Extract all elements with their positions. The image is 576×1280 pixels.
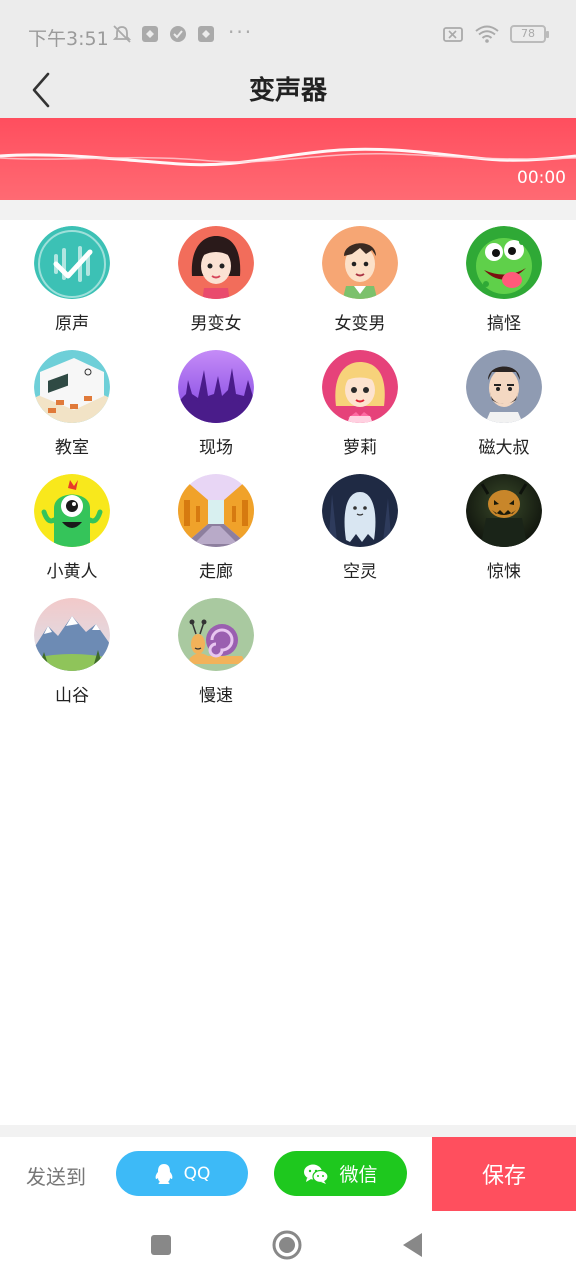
valley-mountain-icon [34, 598, 110, 671]
yellow-minion-icon [34, 474, 110, 547]
send-to-label: 发送到 [26, 1165, 86, 1189]
concert-crowd-icon [178, 350, 254, 423]
home-icon[interactable] [272, 1230, 302, 1260]
effect-label: 小黄人 [46, 562, 98, 582]
status-icons-left [112, 24, 216, 44]
page-title: 变声器 [248, 76, 327, 106]
status-time: 下午3:51 [28, 28, 109, 50]
wechat-icon [304, 1164, 330, 1184]
effect-label: 惊悚 [487, 562, 521, 582]
effect-deep-uncle[interactable]: 磁大叔 [432, 350, 576, 458]
effect-label: 磁大叔 [478, 438, 530, 458]
effect-label: 萝莉 [343, 438, 377, 458]
sim-off-icon [443, 27, 463, 42]
check-badge-icon [170, 26, 186, 42]
effect-label: 男变女 [190, 314, 242, 334]
system-nav-bar [0, 1211, 576, 1280]
waveform-line [0, 147, 576, 167]
app-notification-icon [142, 26, 158, 42]
woman-face-icon [178, 226, 254, 299]
app-notification-icon-2 [198, 26, 214, 42]
effect-original[interactable]: 原声 [0, 226, 144, 334]
effect-label: 慢速 [199, 686, 233, 706]
share-wechat-button[interactable]: 微信 [274, 1151, 407, 1196]
effect-label: 搞怪 [487, 314, 521, 334]
share-qq-button[interactable]: QQ [116, 1151, 248, 1196]
snail-icon [178, 598, 254, 671]
effect-ethereal[interactable]: 空灵 [288, 474, 432, 582]
effect-male-to-female[interactable]: 男变女 [144, 226, 288, 334]
effect-label: 走廊 [199, 562, 233, 582]
effect-female-to-male[interactable]: 女变男 [288, 226, 432, 334]
status-icons-right: 78 [442, 24, 549, 44]
classroom-icon [34, 350, 110, 423]
wifi-icon [475, 25, 499, 43]
effect-loli[interactable]: 萝莉 [288, 350, 432, 458]
share-bar: 发送到 QQ 微信 保存 [0, 1137, 576, 1211]
effect-slow[interactable]: 慢速 [144, 598, 288, 706]
effect-label: 原声 [55, 314, 89, 334]
effect-horror[interactable]: 惊悚 [432, 474, 576, 582]
voice-effects-grid: 原声 男变女 女变男 搞怪 教室 现场 萝莉 磁大叔 小黄人 走廊 空灵 惊悚 … [0, 226, 576, 706]
effect-label: 空灵 [343, 562, 377, 582]
effect-label: 山谷 [55, 686, 89, 706]
corridor-icon [178, 474, 254, 547]
green-monster-icon [466, 226, 542, 299]
effect-classroom[interactable]: 教室 [0, 350, 144, 458]
effect-label: 女变男 [334, 314, 386, 334]
save-button[interactable]: 保存 [432, 1137, 576, 1211]
battery-icon: 78 [510, 25, 549, 43]
divider [0, 1125, 576, 1137]
divider [0, 200, 576, 220]
loli-girl-icon [322, 350, 398, 423]
qq-label: QQ [183, 1163, 211, 1184]
recent-apps-icon[interactable] [150, 1234, 172, 1256]
effect-live[interactable]: 现场 [144, 350, 288, 458]
original-voice-icon [34, 226, 110, 299]
ghost-icon [322, 474, 398, 547]
qq-penguin-icon [155, 1163, 173, 1184]
effect-valley[interactable]: 山谷 [0, 598, 144, 706]
horror-pumpkin-icon [466, 474, 542, 547]
mute-bell-icon [112, 25, 132, 43]
man-face-icon [322, 226, 398, 299]
title-bar: 变声器 [0, 60, 576, 118]
back-triangle-icon[interactable] [402, 1232, 424, 1258]
effect-minion[interactable]: 小黄人 [0, 474, 144, 582]
bearded-uncle-icon [466, 350, 542, 423]
status-more-icon: ··· [228, 20, 254, 44]
playback-time: 00:00 [517, 168, 566, 188]
effect-label: 教室 [55, 438, 89, 458]
effect-label: 现场 [199, 438, 233, 458]
status-bar: 下午3:51 ··· 78 [0, 0, 576, 60]
wechat-label: 微信 [339, 1164, 378, 1186]
effect-funny[interactable]: 搞怪 [432, 226, 576, 334]
effect-corridor[interactable]: 走廊 [144, 474, 288, 582]
waveform-player[interactable]: 00:00 [0, 118, 576, 200]
